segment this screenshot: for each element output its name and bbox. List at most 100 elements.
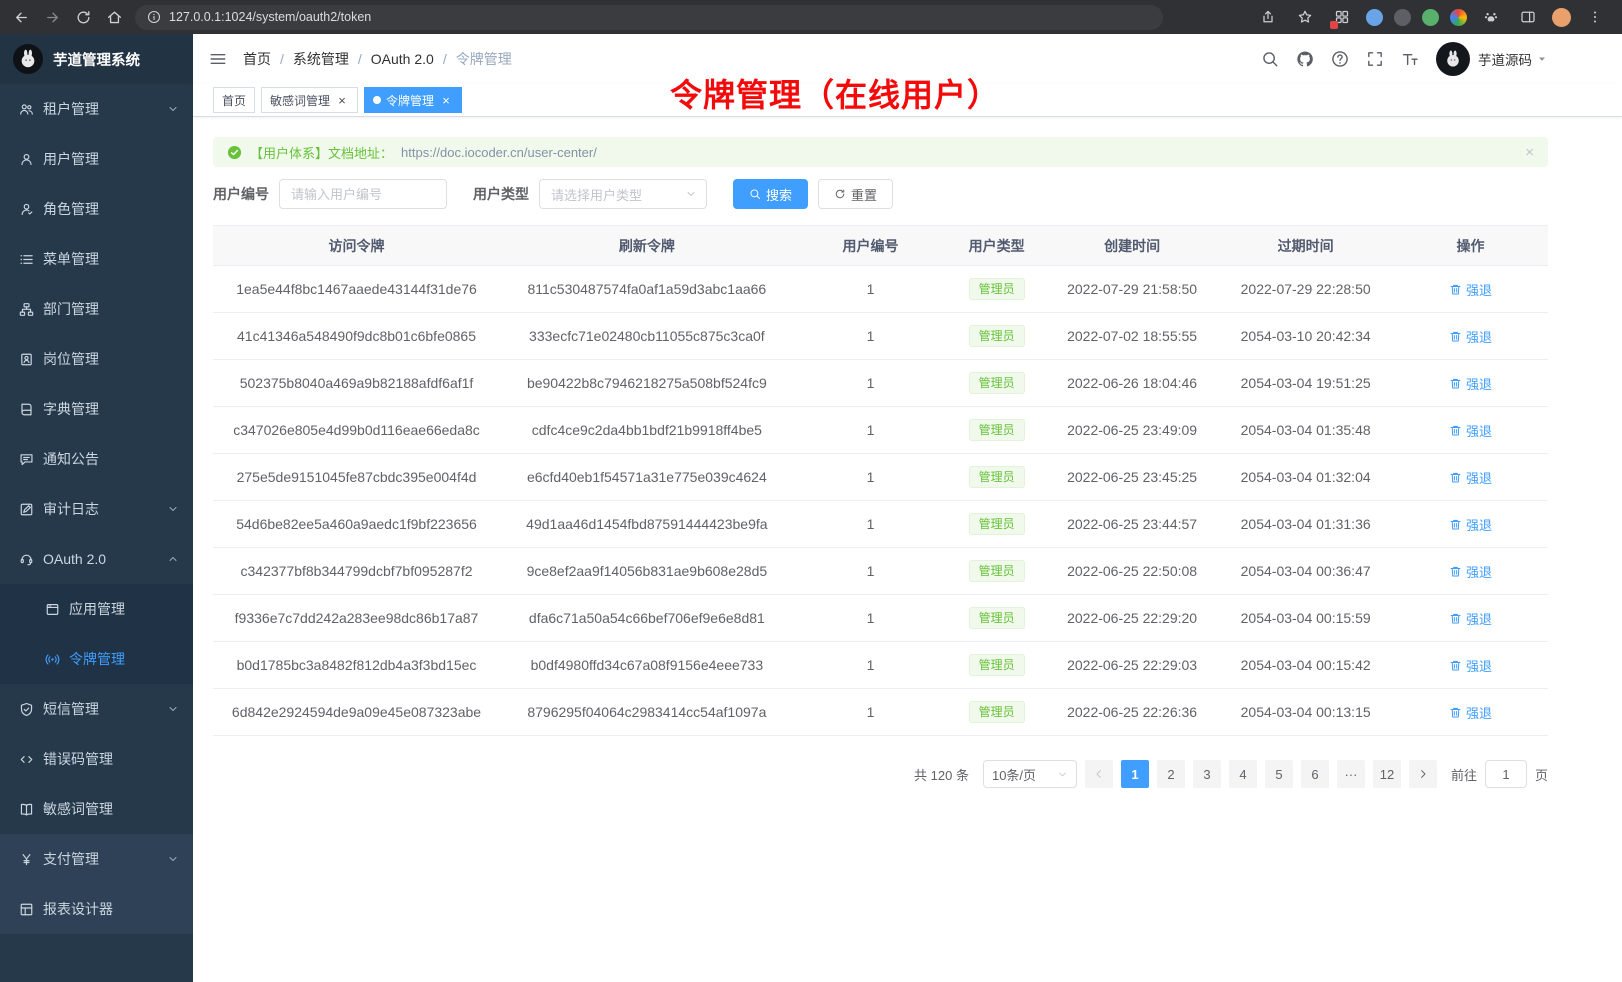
sidebar-item[interactable]: 通知公告 bbox=[0, 434, 193, 484]
column-header: 创建时间 bbox=[1046, 226, 1218, 266]
question-icon[interactable] bbox=[1331, 50, 1349, 68]
chevron-down-icon bbox=[167, 703, 179, 715]
cell-create-time: 2022-06-25 22:50:08 bbox=[1046, 548, 1218, 595]
sidebar-item-label: 短信管理 bbox=[43, 699, 99, 719]
force-logout-button[interactable]: 强退 bbox=[1449, 280, 1492, 299]
force-logout-button[interactable]: 强退 bbox=[1449, 609, 1492, 628]
extension-color-icon[interactable] bbox=[1450, 9, 1467, 26]
page-button[interactable]: 5 bbox=[1265, 760, 1293, 788]
share-icon[interactable] bbox=[1255, 4, 1281, 30]
breadcrumb-item[interactable]: OAuth 2.0 bbox=[371, 51, 434, 67]
pagination-ellipsis[interactable]: ··· bbox=[1337, 760, 1365, 788]
sidebar-item[interactable]: 支付管理 bbox=[0, 834, 193, 884]
force-logout-button[interactable]: 强退 bbox=[1449, 515, 1492, 534]
alert-close-icon[interactable]: × bbox=[1525, 144, 1534, 161]
page-button[interactable]: 2 bbox=[1157, 760, 1185, 788]
user-name[interactable]: 芋道源码 bbox=[1478, 49, 1532, 69]
profile-avatar[interactable] bbox=[1552, 8, 1571, 27]
alert-doc-link[interactable]: https://doc.iocoder.cn/user-center/ bbox=[401, 145, 597, 160]
side-panel-icon[interactable] bbox=[1515, 4, 1541, 30]
tab-item[interactable]: 敏感词管理× bbox=[261, 87, 358, 113]
browser-menu-icon[interactable] bbox=[1582, 4, 1608, 30]
force-logout-button[interactable]: 强退 bbox=[1449, 703, 1492, 722]
force-logout-button[interactable]: 强退 bbox=[1449, 327, 1492, 346]
back-arrow-button[interactable] bbox=[8, 4, 34, 30]
page-button[interactable]: 3 bbox=[1193, 760, 1221, 788]
user-type-tag: 管理员 bbox=[969, 701, 1025, 723]
page-button[interactable]: 6 bbox=[1301, 760, 1329, 788]
cell-action: 强退 bbox=[1393, 313, 1548, 360]
extension-green-icon[interactable] bbox=[1422, 9, 1439, 26]
page-size-value: 10条/页 bbox=[992, 765, 1036, 784]
forward-arrow-button[interactable] bbox=[39, 4, 65, 30]
sidebar-item[interactable]: OAuth 2.0 bbox=[0, 534, 193, 584]
reset-button[interactable]: 重置 bbox=[818, 179, 893, 209]
extension-paw-icon[interactable] bbox=[1478, 4, 1504, 30]
breadcrumb-separator: / bbox=[443, 51, 447, 67]
breadcrumb-item[interactable]: 首页 bbox=[243, 49, 271, 69]
sidebar-item[interactable]: 审计日志 bbox=[0, 484, 193, 534]
tab-item[interactable]: 首页 bbox=[213, 87, 255, 113]
sidebar-item-label: 部门管理 bbox=[43, 299, 99, 319]
sidebar-item[interactable]: 敏感词管理 bbox=[0, 784, 193, 834]
home-button[interactable] bbox=[101, 4, 127, 30]
cell-user-type: 管理员 bbox=[947, 501, 1046, 548]
app-logo[interactable]: 芋道管理系统 bbox=[0, 34, 193, 84]
next-page-button[interactable] bbox=[1409, 760, 1437, 788]
breadcrumb-item[interactable]: 系统管理 bbox=[293, 49, 349, 69]
prev-page-button[interactable] bbox=[1085, 760, 1113, 788]
user-avatar[interactable] bbox=[1436, 42, 1470, 76]
dots-vertical-icon bbox=[1587, 9, 1603, 25]
search-icon[interactable] bbox=[1261, 50, 1279, 68]
force-logout-button[interactable]: 强退 bbox=[1449, 374, 1492, 393]
sidebar-item[interactable]: 角色管理 bbox=[0, 184, 193, 234]
tab-close-icon[interactable]: × bbox=[335, 93, 349, 107]
tab-close-icon[interactable]: × bbox=[439, 93, 453, 107]
extension-dark-icon[interactable] bbox=[1394, 9, 1411, 26]
search-button[interactable]: 搜索 bbox=[733, 179, 808, 209]
sidebar-item[interactable]: 岗位管理 bbox=[0, 334, 193, 384]
search-icon bbox=[749, 188, 761, 200]
goto-page-input[interactable] bbox=[1485, 760, 1527, 788]
sidebar-item[interactable]: 部门管理 bbox=[0, 284, 193, 334]
page-button[interactable]: 4 bbox=[1229, 760, 1257, 788]
bookmark-star-icon[interactable] bbox=[1292, 4, 1318, 30]
trash-icon bbox=[1449, 283, 1462, 296]
page-button[interactable]: 1 bbox=[1121, 760, 1149, 788]
sidebar-item[interactable]: 短信管理 bbox=[0, 684, 193, 734]
sidebar-item-active[interactable]: 令牌管理 bbox=[0, 634, 193, 684]
sidebar-item-label: 报表设计器 bbox=[43, 899, 113, 919]
sidebar-item[interactable]: 报表设计器 bbox=[0, 884, 193, 934]
page-button[interactable]: 12 bbox=[1373, 760, 1401, 788]
user-id-input[interactable] bbox=[279, 179, 447, 209]
force-logout-button[interactable]: 强退 bbox=[1449, 656, 1492, 675]
fullscreen-icon[interactable] bbox=[1366, 50, 1384, 68]
user-type-select[interactable]: 请选择用户类型 bbox=[539, 179, 707, 209]
sidebar-item[interactable]: 应用管理 bbox=[0, 584, 193, 634]
force-logout-button[interactable]: 强退 bbox=[1449, 562, 1492, 581]
extension-grid-icon[interactable] bbox=[1329, 4, 1355, 30]
breadcrumb-separator: / bbox=[358, 51, 362, 67]
force-logout-button[interactable]: 强退 bbox=[1449, 468, 1492, 487]
cell-create-time: 2022-06-25 23:45:25 bbox=[1046, 454, 1218, 501]
chevron-down-icon bbox=[167, 503, 179, 515]
total-count: 共 120 条 bbox=[914, 765, 969, 784]
refresh-button[interactable] bbox=[70, 4, 96, 30]
page-size-select[interactable]: 10条/页 bbox=[983, 760, 1077, 788]
sidebar-item[interactable]: 用户管理 bbox=[0, 134, 193, 184]
chevron-down-icon bbox=[167, 103, 179, 115]
font-size-icon[interactable] bbox=[1401, 50, 1419, 68]
column-header: 过期时间 bbox=[1218, 226, 1393, 266]
extension-blue-icon[interactable] bbox=[1366, 9, 1383, 26]
force-logout-button[interactable]: 强退 bbox=[1449, 421, 1492, 440]
site-info-icon[interactable] bbox=[147, 10, 161, 24]
address-bar[interactable]: 127.0.0.1:1024/system/oauth2/token bbox=[135, 5, 1163, 30]
github-icon[interactable] bbox=[1296, 50, 1314, 68]
sidebar-item[interactable]: 菜单管理 bbox=[0, 234, 193, 284]
sidebar-item[interactable]: 字典管理 bbox=[0, 384, 193, 434]
tab-active[interactable]: 令牌管理× bbox=[364, 87, 462, 113]
caret-down-icon[interactable] bbox=[1536, 53, 1548, 65]
sidebar-item[interactable]: 租户管理 bbox=[0, 84, 193, 134]
sidebar-item[interactable]: 错误码管理 bbox=[0, 734, 193, 784]
hamburger-icon[interactable] bbox=[209, 50, 227, 68]
